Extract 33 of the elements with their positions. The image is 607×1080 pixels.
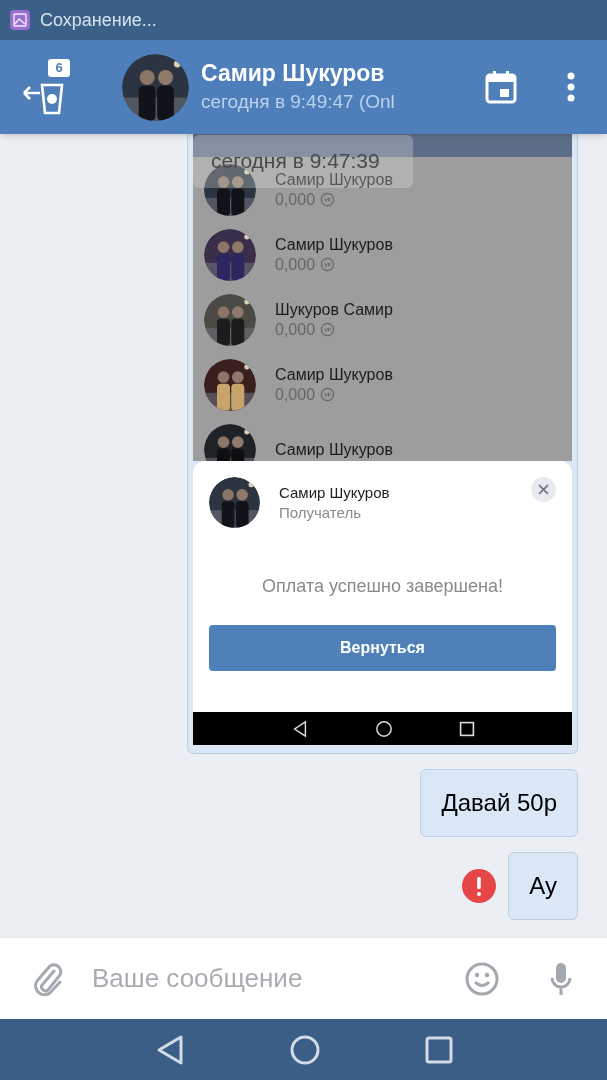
coin-icon bbox=[320, 322, 336, 337]
contact-name: Самир Шукуров bbox=[275, 364, 393, 385]
payment-status: Оплата успешно завершена! bbox=[261, 575, 504, 598]
emoji-icon[interactable] bbox=[465, 961, 499, 996]
recents-icon[interactable] bbox=[458, 720, 475, 737]
unread-badge: 6 bbox=[48, 59, 70, 77]
close-button[interactable] bbox=[531, 477, 556, 502]
coin-icon bbox=[320, 257, 336, 272]
recipient-name: Самир Шукуров bbox=[279, 483, 390, 503]
contact-name: Самир Шукуров bbox=[275, 170, 393, 190]
back-button[interactable]: Вернуться bbox=[209, 625, 556, 671]
coin-icon bbox=[320, 192, 336, 207]
attach-icon[interactable] bbox=[32, 960, 64, 997]
message-bubble: Ау bbox=[508, 852, 578, 920]
error-icon[interactable] bbox=[462, 869, 497, 903]
contact-name: Самир Шукуров bbox=[201, 59, 386, 88]
more-icon[interactable] bbox=[567, 72, 575, 102]
message-field[interactable]: Ваше сообщение bbox=[92, 959, 465, 998]
image-icon bbox=[10, 10, 30, 30]
last-seen: сегодня в 9:49:47 (Onl bbox=[201, 90, 396, 114]
contact-name: Самир Шукуров bbox=[275, 439, 393, 460]
message-bar[interactable]: Ваше сообщение bbox=[0, 937, 607, 1019]
microphone-icon[interactable] bbox=[549, 961, 573, 996]
coin-icon bbox=[320, 387, 336, 402]
contact-name: Шукуров Самир bbox=[275, 299, 393, 320]
recipient-role: Получатель bbox=[279, 503, 362, 523]
calendar-icon[interactable] bbox=[485, 70, 517, 104]
back-button[interactable]: 6 bbox=[22, 61, 74, 113]
home-icon[interactable] bbox=[374, 719, 393, 738]
notification-text: Сохранение... bbox=[40, 8, 157, 32]
message-bubble: Давай 50р bbox=[420, 769, 578, 837]
contact-name: Самир Шукуров bbox=[275, 234, 393, 255]
close-icon bbox=[538, 484, 549, 495]
